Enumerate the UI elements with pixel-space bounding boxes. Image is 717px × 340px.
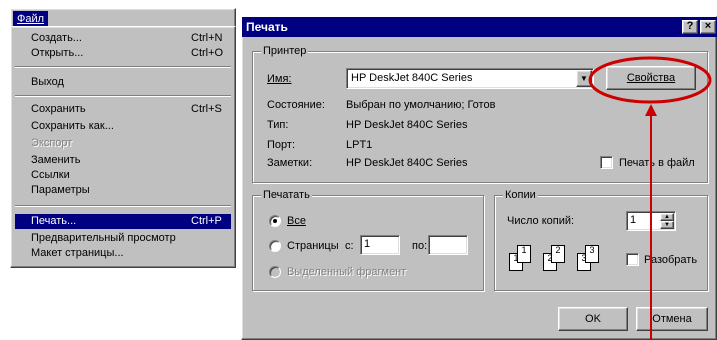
printer-group-label: Принтер [261,44,309,58]
from-page-input[interactable]: 1 [360,235,400,255]
menu-item-label: Печать... [31,215,77,227]
print-to-file-checkbox[interactable] [600,156,613,169]
collate-pages-icon: 1 1 2 2 3 3 [509,243,619,273]
menu-item-print[interactable]: Печать... Ctrl+P [15,214,231,229]
dialog-title: Печать [246,20,288,34]
menu-item-params[interactable]: Параметры [15,183,231,198]
print-pages-label: Страницы [287,240,339,252]
menu-item-label: Создать... [31,32,82,44]
menu-item-label: Сохранить как... [31,120,114,132]
copies-count-value: 1 [630,214,637,226]
print-dialog: Печать ? × Принтер Имя: HP DeskJet 840C … [241,16,717,340]
menu-item-label: Ссылки [31,169,70,181]
printer-name-value: HP DeskJet 840C Series [351,72,473,84]
menu-separator [15,95,231,97]
menu-item-label: Макет страницы... [31,247,124,259]
collate-label: Разобрать [644,254,698,266]
notes-value: HP DeskJet 840C Series [346,157,468,169]
collate-checkbox[interactable] [626,253,639,266]
notes-label: Заметки: [267,157,313,169]
menu-item-exit[interactable]: Выход [15,75,231,90]
menu-item-links[interactable]: Ссылки [15,168,231,183]
menu-item-label: Выход [31,76,64,88]
menu-separator [15,66,231,68]
print-all-radio[interactable] [269,215,281,227]
printer-name-select[interactable]: HP DeskJet 840C Series ▼ [346,68,594,89]
shortcut-label: Ctrl+P [191,215,222,227]
type-value: HP DeskJet 840C Series [346,119,468,131]
menu-item-save-as[interactable]: Сохранить как... [15,119,231,134]
menu-item-label: Заменить [31,154,81,166]
menu-separator [15,205,231,207]
cancel-button-label: Отмена [652,313,692,325]
menu-item-label: Сохранить [31,103,86,115]
close-button[interactable]: × [700,20,716,34]
print-all-label: Все [287,214,306,228]
port-label: Порт: [267,139,295,151]
menu-item-replace[interactable]: Заменить [15,153,231,168]
properties-button[interactable]: Свойства [606,66,696,90]
menu-bar: Файл [10,8,236,28]
shortcut-label: Ctrl+S [191,103,222,115]
shortcut-label: Ctrl+N [191,32,223,44]
from-label: с: [345,240,354,252]
from-page-value: 1 [364,238,371,250]
menu-item-label: Открыть... [31,47,84,59]
help-icon: ? [686,20,694,32]
print-selection-label: Выделенный фрагмент [287,266,407,278]
shortcut-label: Ctrl+O [191,47,224,59]
print-to-file-label: Печать в файл [619,157,695,169]
menu-item-save[interactable]: Сохранить Ctrl+S [15,102,231,117]
type-label: Тип: [267,119,289,131]
menu-item-preview[interactable]: Предварительный просмотр [15,231,231,246]
ok-button[interactable]: OK [558,307,628,331]
copies-count-label: Число копий: [507,215,575,227]
printer-name-label: Имя: [267,72,291,86]
chevron-down-icon[interactable]: ▼ [576,70,592,87]
menu-item-layout[interactable]: Макет страницы... [15,246,231,261]
menu-item-open[interactable]: Открыть... Ctrl+O [15,46,231,61]
status-value: Выбран по умолчанию; Готов [346,99,496,111]
properties-button-label: Свойства [626,72,676,84]
printer-name-label-text: Имя: [267,73,292,85]
status-label: Состояние: [267,99,325,111]
menu-item-export: Экспорт [15,136,231,151]
help-button[interactable]: ? [682,20,698,34]
dialog-titlebar: Печать ? × [242,17,717,37]
spin-down-icon[interactable]: ▼ [660,221,674,229]
close-icon: × [704,20,712,32]
menu-item-label: Предварительный просмотр [31,232,176,244]
print-selection-radio [269,266,281,278]
spin-up-icon[interactable]: ▲ [660,213,674,221]
copies-group-label: Копии [503,188,538,202]
menu-item-create[interactable]: Создать... Ctrl+N [15,31,231,46]
cancel-button[interactable]: Отмена [636,307,708,331]
file-menu-label: Файл [17,13,45,25]
print-all-label-text: Все [287,215,306,227]
menu-item-label: Параметры [31,184,90,196]
menu-item-label: Экспорт [31,137,73,149]
to-page-input[interactable] [428,235,468,255]
to-label: по: [412,240,428,252]
ok-button-label: OK [585,313,601,325]
port-value: LPT1 [346,139,373,151]
print-range-group-label: Печатать [261,188,312,202]
print-pages-radio[interactable] [269,240,281,252]
file-menu-title[interactable]: Файл [13,11,49,27]
file-menu: Создать... Ctrl+N Открыть... Ctrl+O Выход … [10,26,236,268]
